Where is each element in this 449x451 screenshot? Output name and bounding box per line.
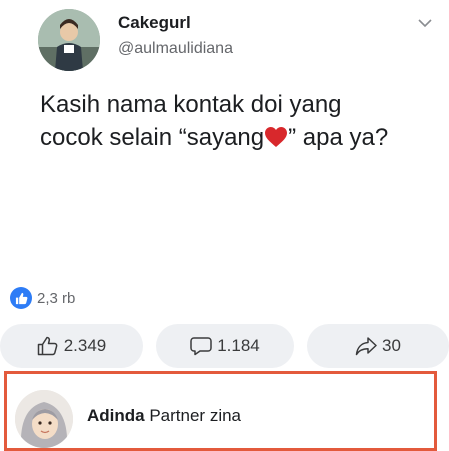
comment-count: 1.184 [217,336,260,355]
comment-button[interactable]: 1.184 [156,324,294,368]
reaction-summary[interactable]: 2,3 rb [10,286,75,310]
comment-content: Adinda Partner zina [87,406,241,426]
comment-author[interactable]: Adinda [87,406,145,425]
post-text-part-1: cocok selain “sayang [40,124,265,151]
post-text-line-1: Kasih nama kontak doi yang [40,91,342,118]
author-avatar[interactable] [38,9,100,71]
thumbs-up-outline-icon [37,336,58,356]
thumbs-up-icon [10,287,32,309]
like-count: 2.349 [63,336,107,355]
author-name[interactable]: Cakegurl [118,13,191,33]
post-text-line-2: cocok selain “sayang ” apa ya? [40,121,435,154]
commenter-avatar[interactable] [15,390,73,448]
reaction-count: 2,3 rb [37,289,76,307]
comment-bubble-icon [190,337,212,356]
post-text: Kasih nama kontak doi yang cocok selain … [40,88,435,154]
share-arrow-icon [355,337,377,356]
like-button[interactable]: 2.349 [0,324,143,368]
post-text-part-2: ” apa ya? [288,124,389,151]
chevron-down-icon[interactable] [417,17,433,29]
highlighted-comment: Adinda Partner zina [4,371,437,451]
share-count: 30 [382,336,401,355]
author-handle[interactable]: @aulmaulidiana [118,40,233,58]
share-button[interactable]: 30 [307,324,449,368]
red-heart-icon [265,127,288,147]
comment-text: Partner zina [149,406,242,425]
